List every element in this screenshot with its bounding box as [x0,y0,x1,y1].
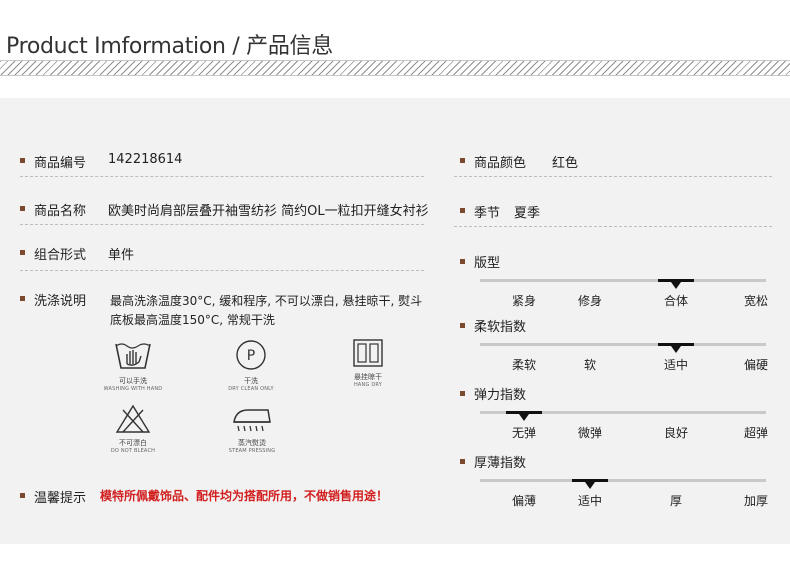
no-bleach-icon [115,404,151,433]
wash-label: 洗涤说明 [34,294,87,309]
bullet-icon [460,208,465,213]
bullet-icon [20,296,25,301]
care-icons: 可以手洗 WASHING WITH HAND P 干洗 DRY CLEAN ON… [100,338,400,460]
scale-track [480,479,766,482]
product-code-value: 142218614 [108,152,183,167]
hand-wash-icon [115,343,151,369]
bullet-icon [20,493,25,498]
color-value: 红色 [552,156,579,171]
care-steam-iron: 蒸汽熨烫 STEAM PRESSING [220,404,284,454]
care-caption-en: DO NOT BLEACH [110,448,156,454]
care-hand-wash: 可以手洗 WASHING WITH HAND [100,338,166,392]
care-caption-en: DRY CLEAN ONLY [228,386,274,392]
season-value: 夏季 [514,206,541,221]
scale-label: 版型 [474,256,501,271]
scale-option: 无弹 [511,426,537,440]
product-code-label: 商品编号 [34,156,87,171]
scale-option: 紧身 [511,294,537,308]
scale-track [480,279,766,282]
divider [20,176,424,177]
scale-option: 合体 [663,294,689,308]
care-dry-clean: P 干洗 DRY CLEAN ONLY [218,338,284,392]
wash-line-2: 底板最高温度150°C, 常规干洗 [110,313,275,327]
care-caption-en: HANG DRY [353,382,383,388]
divider [20,270,424,271]
product-name-label: 商品名称 [34,204,87,219]
bullet-icon [460,459,465,464]
bullet-icon [460,158,465,163]
care-caption-en: STEAM PRESSING [228,448,276,454]
scale-label: 柔软指数 [474,320,527,335]
bullet-icon [460,391,465,396]
care-hang-dry: 悬挂晾干 HANG DRY [338,338,398,388]
care-caption-cn: 干洗 [244,377,258,385]
bullet-icon [20,250,25,255]
scale-option: 柔软 [511,358,537,372]
combo-value: 单件 [108,248,135,263]
bullet-icon [20,158,25,163]
divider [454,226,772,227]
scale-option: 加厚 [743,494,769,508]
care-caption-cn: 不可漂白 [119,439,147,447]
care-caption-en: WASHING WITH HAND [103,386,163,392]
scale-marker-icon [519,414,529,421]
tip-label: 温馨提示 [34,491,87,506]
header-divider [0,60,790,76]
scale-option: 厚 [669,494,683,508]
bullet-icon [460,323,465,328]
wash-line-1: 最高洗涤温度30°C, 缓和程序, 不可以漂白, 悬挂晾干, 熨斗 [110,294,423,308]
color-label: 商品颜色 [474,156,527,171]
scale-option: 偏薄 [511,494,537,508]
steam-iron-icon [233,409,271,432]
scale-option: 修身 [577,294,603,308]
scale-marker-icon [671,282,681,289]
product-name-value: 欧美时尚肩部层叠开袖雪纺衫 简约OL一粒扣开缝女衬衫 [108,204,429,219]
scale-option: 软 [583,358,597,372]
bullet-icon [20,206,25,211]
scale-marker-icon [585,482,595,489]
scale-option: 适中 [577,494,603,508]
care-no-bleach: 不可漂白 DO NOT BLEACH [100,404,166,454]
hang-dry-icon [353,339,383,367]
scale-option: 超弹 [743,426,769,440]
scale-label: 厚薄指数 [474,456,527,471]
divider [20,224,424,225]
combo-label: 组合形式 [34,248,87,263]
scale-label: 弹力指数 [474,388,527,403]
dry-clean-letter: P [247,348,255,364]
tip-value: 模特所佩戴饰品、配件均为搭配所用，不做销售用途！ [100,489,389,503]
care-caption-cn: 蒸汽熨烫 [238,439,266,447]
page-title: Product Imformation / 产品信息 [6,34,333,59]
scale-option: 偏硬 [743,358,769,372]
divider [454,176,772,177]
care-caption-cn: 悬挂晾干 [354,373,382,381]
care-caption-cn: 可以手洗 [119,377,147,385]
scale-marker-icon [671,346,681,353]
scale-option: 宽松 [743,294,769,308]
scale-option: 良好 [663,426,689,440]
scale-option: 适中 [663,358,689,372]
scale-option: 微弹 [577,426,603,440]
season-label: 季节 [474,206,501,221]
bullet-icon [460,259,465,264]
scale-track [480,343,766,346]
dry-clean-icon: P [236,340,266,370]
